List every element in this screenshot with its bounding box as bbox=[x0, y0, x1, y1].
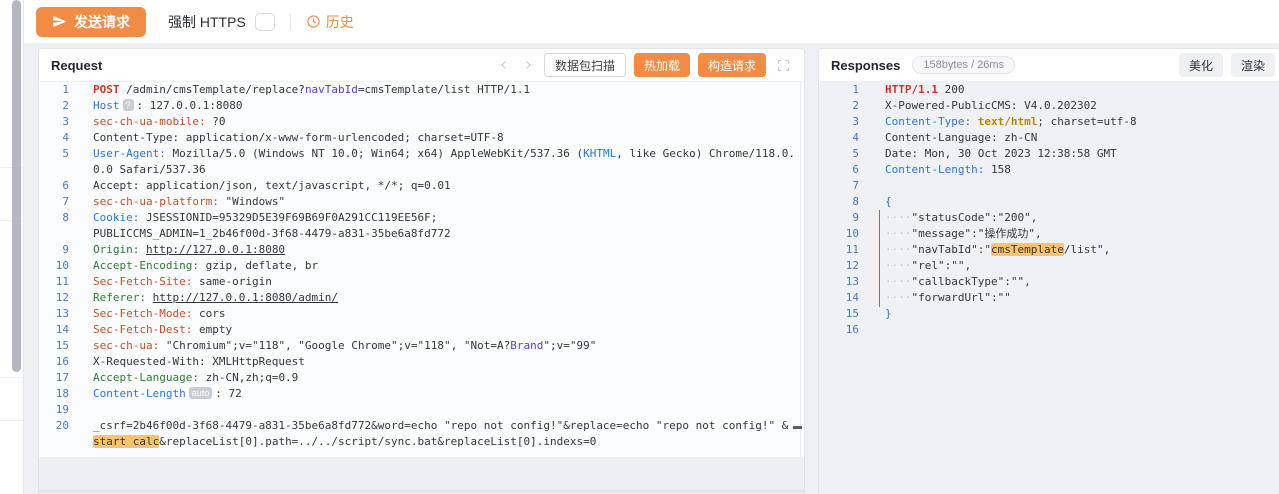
horizontal-scrollbar[interactable] bbox=[39, 489, 804, 493]
code-line: 6Accept: application/json, text/javascri… bbox=[39, 178, 804, 194]
clock-icon bbox=[306, 14, 321, 29]
code-line: 12Referer: http://127.0.0.1:8080/admin/ bbox=[39, 290, 804, 306]
code-line: 0.0 Safari/537.36 bbox=[39, 162, 804, 178]
code-line: 18Content-Lengthauto: 72 bbox=[39, 386, 804, 402]
request-editor[interactable]: 1POST /admin/cmsTemplate/replace?navTabI… bbox=[39, 82, 804, 457]
code-line: 19 bbox=[39, 402, 804, 418]
toolbar: 发送请求 强制 HTTPS 历史 bbox=[24, 0, 1279, 43]
response-panel-header: Responses 158bytes / 26ms 美化 渲染 bbox=[819, 49, 1279, 82]
code-line: 3Content-Type: text/html; charset=utf-8 bbox=[819, 114, 1279, 130]
expand-icon bbox=[777, 59, 790, 72]
send-icon bbox=[52, 14, 67, 29]
inlay-hint-badge: auto bbox=[189, 387, 213, 399]
code-line: 12····"rel":"", bbox=[819, 258, 1279, 274]
background-panel-edge bbox=[0, 0, 24, 494]
history-button[interactable]: 历史 bbox=[306, 12, 354, 32]
build-request-button[interactable]: 构造请求 bbox=[698, 53, 766, 77]
chevron-right-icon bbox=[522, 59, 534, 71]
render-button[interactable]: 渲染 bbox=[1231, 53, 1275, 77]
code-line: 5Date: Mon, 30 Oct 2023 12:38:58 GMT bbox=[819, 146, 1279, 162]
code-line: 20_csrf=2b46f00d-3f68-4479-a831-35be6a8f… bbox=[39, 418, 804, 434]
code-line: 9····"statusCode":"200", bbox=[819, 210, 1279, 226]
request-panel-title: Request bbox=[51, 58, 102, 73]
beautify-button[interactable]: 美化 bbox=[1179, 53, 1223, 77]
send-request-button[interactable]: 发送请求 bbox=[36, 7, 146, 37]
code-line: 1POST /admin/cmsTemplate/replace?navTabI… bbox=[39, 82, 804, 98]
request-panel: Request 数据包扫描 热加载 构造请求 1POST /admin/cmsT… bbox=[38, 48, 805, 494]
request-panel-header: Request 数据包扫描 热加载 构造请求 bbox=[39, 49, 804, 82]
code-line: 13Sec-Fetch-Mode: cors bbox=[39, 306, 804, 322]
code-line: 11Sec-Fetch-Site: same-origin bbox=[39, 274, 804, 290]
divider bbox=[0, 420, 23, 421]
code-line: 4Content-Type: application/x-www-form-ur… bbox=[39, 130, 804, 146]
code-line: 7sec-ch-ua-platform: "Windows" bbox=[39, 194, 804, 210]
history-label: 历史 bbox=[326, 12, 354, 32]
code-line: 16X-Requested-With: XMLHttpRequest bbox=[39, 354, 804, 370]
divider bbox=[290, 14, 291, 29]
force-https-toggle[interactable] bbox=[255, 13, 275, 31]
code-line: 4Content-Language: zh-CN bbox=[819, 130, 1279, 146]
code-line: 17Accept-Language: zh-CN,zh;q=0.9 bbox=[39, 370, 804, 386]
code-line: 10····"message":"操作成功", bbox=[819, 226, 1279, 242]
scrollbar-thumb[interactable] bbox=[12, 0, 21, 372]
fullscreen-button[interactable] bbox=[774, 56, 792, 74]
response-panel: Responses 158bytes / 26ms 美化 渲染 1HTTP/1.… bbox=[818, 48, 1279, 494]
code-line: 10Accept-Encoding: gzip, deflate, br bbox=[39, 258, 804, 274]
send-request-label: 发送请求 bbox=[74, 12, 130, 32]
code-line: PUBLICCMS_ADMIN=1_2b46f00d-3f68-4479-a83… bbox=[39, 226, 804, 242]
code-line: 13····"callbackType":"", bbox=[819, 274, 1279, 290]
code-line: 15} bbox=[819, 306, 1279, 322]
code-line: start calc&replaceList[0].path=../../scr… bbox=[39, 434, 804, 450]
code-line: 7 bbox=[819, 178, 1279, 194]
chevron-left-icon bbox=[498, 59, 510, 71]
divider bbox=[0, 377, 23, 378]
code-line: 5User-Agent: Mozilla/5.0 (Windows NT 10.… bbox=[39, 146, 804, 162]
code-line: 2X-Powered-PublicCMS: V4.0.202302 bbox=[819, 98, 1279, 114]
scrollbar-track-border bbox=[800, 82, 801, 457]
code-line: 2Host?: 127.0.0.1:8080 bbox=[39, 98, 804, 114]
code-line: 3sec-ch-ua-mobile: ?0 bbox=[39, 114, 804, 130]
inlay-hint-badge: ? bbox=[123, 99, 134, 111]
indent-guide bbox=[879, 210, 880, 307]
response-size-badge: 158bytes / 26ms bbox=[912, 56, 1015, 74]
response-panel-title: Responses bbox=[831, 58, 900, 73]
code-line: 1HTTP/1.1 200 bbox=[819, 82, 1279, 98]
packet-scan-button[interactable]: 数据包扫描 bbox=[544, 53, 626, 77]
code-line: 9Origin: http://127.0.0.1:8080 bbox=[39, 242, 804, 258]
code-line: 14····"forwardUrl":"" bbox=[819, 290, 1279, 306]
prev-request-button[interactable] bbox=[496, 57, 512, 73]
code-line: 11····"navTabId":"cmsTemplate/list", bbox=[819, 242, 1279, 258]
code-line: 15sec-ch-ua: "Chromium";v="118", "Google… bbox=[39, 338, 804, 354]
code-line: 14Sec-Fetch-Dest: empty bbox=[39, 322, 804, 338]
hot-reload-button[interactable]: 热加载 bbox=[634, 53, 690, 77]
code-line: 8{ bbox=[819, 194, 1279, 210]
code-line: 8Cookie: JSESSIONID=95329D5E39F69B69F0A2… bbox=[39, 210, 804, 226]
response-editor[interactable]: 1HTTP/1.1 2002X-Powered-PublicCMS: V4.0.… bbox=[819, 82, 1279, 494]
overview-ruler-mark bbox=[793, 426, 802, 429]
code-line: 6Content-Length: 158 bbox=[819, 162, 1279, 178]
code-line: 16 bbox=[819, 322, 1279, 338]
force-https-label: 强制 HTTPS bbox=[168, 12, 246, 32]
next-request-button[interactable] bbox=[520, 57, 536, 73]
